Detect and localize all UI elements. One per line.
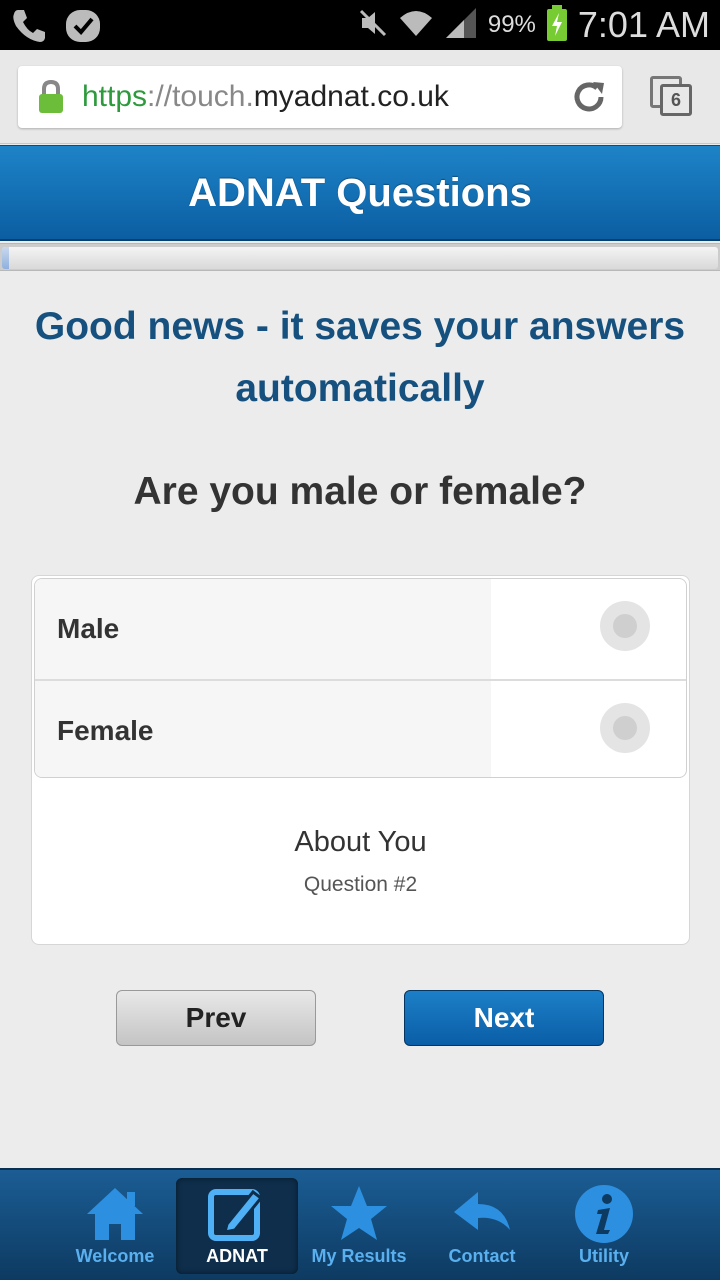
status-bar: 99% 7:01 AM [0,0,720,50]
wifi-icon [398,8,434,43]
url-text: https://touch.myadnat.co.uk [82,80,449,114]
signal-icon [444,6,478,45]
radio-dot [613,614,637,638]
nav-label: ADNAT [206,1246,268,1266]
notice-line-1: Good news - it saves your answers [34,305,686,348]
nav-item-contact[interactable]: Contact [421,1178,543,1274]
star-icon [331,1186,387,1240]
nav-item-utility[interactable]: Utility [543,1178,665,1274]
nav-item-adnat[interactable]: ADNAT [176,1178,298,1274]
notice-line-2: automatically [235,367,485,410]
check-notification-icon [64,6,102,49]
nav-label: My Results [311,1246,407,1266]
radio-male[interactable] [600,601,650,651]
option-label-area: Female [35,681,491,777]
answer-options: Male Female [34,578,687,778]
url-separator: :// [147,80,173,113]
next-button[interactable]: Next [404,990,604,1046]
autosave-notice: Good news - it saves your answers automa… [20,296,700,420]
url-domain: myadnat.co.uk [253,80,449,113]
question-card: Male Female About You Question #2 [31,575,690,945]
phone-icon [10,6,48,49]
option-male[interactable]: Male [35,579,686,679]
option-label: Female [57,715,154,746]
option-label-area: Male [35,579,491,679]
info-icon [575,1185,633,1243]
reload-icon[interactable] [570,78,608,121]
reply-icon [454,1192,510,1230]
prev-button[interactable]: Prev [116,990,316,1046]
nav-label: Contact [448,1246,516,1266]
progress-fill [2,247,10,269]
tab-count: 6 [660,84,692,116]
section-title: About You [294,826,427,858]
option-label: Male [57,613,120,644]
nav-label: Welcome [75,1246,155,1266]
edit-icon [208,1189,264,1241]
url-scheme: https [82,80,148,113]
battery-charging-icon [546,4,568,46]
url-subdomain: touch. [172,80,254,113]
page-title: ADNAT Questions [188,171,532,215]
nav-label: Utility [578,1246,629,1266]
nav-item-my-results[interactable]: My Results [298,1178,420,1274]
radio-dot [613,716,637,740]
battery-percent: 99% [487,11,536,38]
lock-icon [38,79,64,119]
progress-track [2,247,718,269]
mute-icon [358,8,388,43]
tab-switcher-button[interactable]: 6 [648,74,696,120]
page-header: ADNAT Questions [0,145,720,241]
bottom-nav: Welcome ADNAT My Results Contact Utility [0,1168,720,1280]
option-female[interactable]: Female [35,679,686,777]
clock: 7:01 AM [577,4,710,45]
nav-item-welcome[interactable]: Welcome [54,1178,176,1274]
browser-toolbar: https://touch.myadnat.co.uk 6 [0,50,720,144]
radio-female[interactable] [600,703,650,753]
question-number: Question #2 [303,873,418,896]
home-icon [87,1188,143,1240]
progress-bar [0,243,720,271]
question-text: Are you male or female? [133,470,587,513]
url-bar[interactable]: https://touch.myadnat.co.uk [18,66,622,128]
